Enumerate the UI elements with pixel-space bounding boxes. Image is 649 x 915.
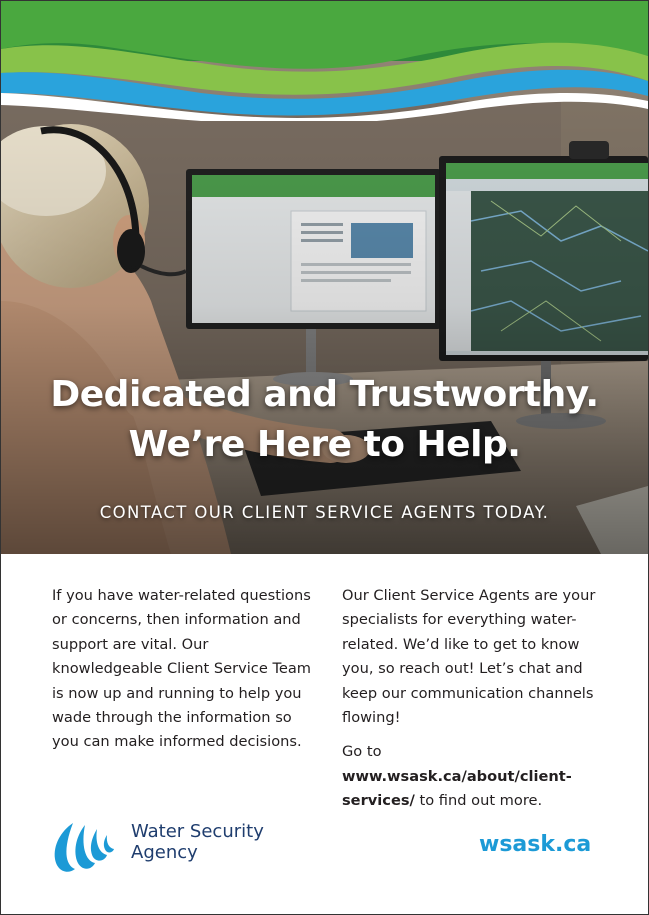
intro-column: If you have water-related questions or c… xyxy=(52,584,314,765)
call-to-action: Go to www.wsask.ca/about/client-services… xyxy=(342,740,604,813)
cta-suffix: to find out more. xyxy=(414,792,543,810)
intro-paragraph: If you have water-related questions or c… xyxy=(52,587,312,751)
headline-line-1: Dedicated and Trustworthy. xyxy=(50,374,599,415)
headline-line-2: We’re Here to Help. xyxy=(128,424,521,465)
cta-prefix: Go to xyxy=(342,743,382,761)
hero-photo: Dedicated and Trustworthy. We’re Here to… xyxy=(1,1,648,554)
wave-banner xyxy=(1,1,648,121)
water-drop-logo-icon xyxy=(54,823,114,872)
water-security-agency-logo: Water Security Agency xyxy=(51,819,291,879)
logo-text-line-2: Agency xyxy=(131,842,198,863)
tagline: CONTACT OUR CLIENT SERVICE AGENTS TODAY. xyxy=(99,503,550,522)
website-link[interactable]: wsask.ca xyxy=(479,832,591,857)
logo-text-line-1: Water Security xyxy=(131,821,264,842)
details-paragraph: Our Client Service Agents are your speci… xyxy=(342,587,596,727)
flyer-page: Dedicated and Trustworthy. We’re Here to… xyxy=(0,0,649,915)
details-column: Our Client Service Agents are your speci… xyxy=(342,584,604,824)
